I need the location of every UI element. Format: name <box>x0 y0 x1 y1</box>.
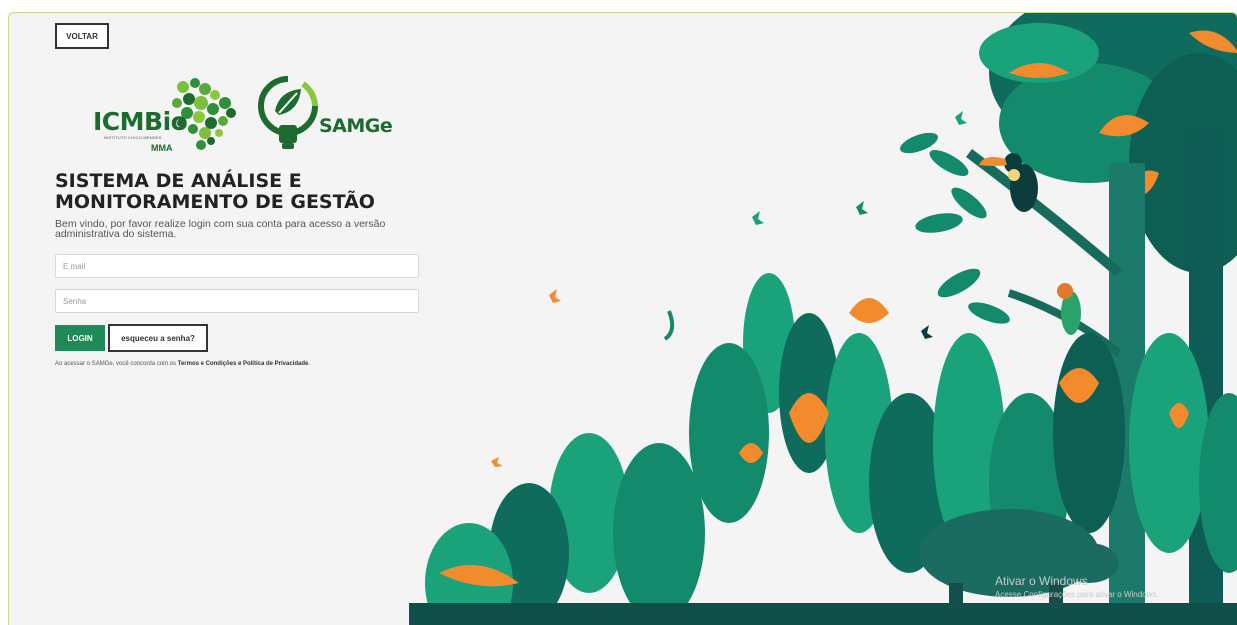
watermark-subtitle: Acesse Configurações para ativar o Windo… <box>995 590 1159 599</box>
samge-wordmark: SAMGe <box>319 115 393 137</box>
samge-logo: SAMGe <box>255 73 395 155</box>
icmbio-logo: ICMBio INSTITUTO CHICO MENDES MMA <box>91 73 241 155</box>
parrot-icon <box>1057 283 1081 335</box>
icmbio-subtitle: INSTITUTO CHICO MENDES <box>104 135 162 140</box>
icmbio-ministry: MMA <box>151 143 173 153</box>
login-button[interactable]: LOGIN <box>55 325 105 351</box>
page-title: SISTEMA DE ANÁLISE E MONITORAMENTO DE GE… <box>55 170 375 213</box>
forgot-password-button[interactable]: esqueceu a senha? <box>108 324 208 352</box>
back-button[interactable]: VOLTAR <box>55 23 109 49</box>
terms-link[interactable]: Termos e Condições e Política de Privaci… <box>178 361 309 367</box>
terms-notice: Ao acessar o SAMGe, você concorda com os… <box>55 361 310 367</box>
password-field[interactable]: Senha <box>55 289 419 313</box>
page-subtitle: Bem vindo, por favor realize login com s… <box>55 218 386 240</box>
terms-suffix: . <box>308 361 311 367</box>
watermark-title: Ativar o Windows <box>995 574 1088 588</box>
forest-illustration <box>409 13 1237 625</box>
icmbio-wordmark: ICMBio <box>93 107 188 136</box>
windows-activation-watermark: Ativar o Windows Acesse Configurações pa… <box>995 575 1159 601</box>
email-field[interactable]: E mail <box>55 254 419 278</box>
terms-prefix: Ao acessar o SAMGe, você concorda com os <box>55 361 177 367</box>
samge-leaf-icon <box>258 76 318 149</box>
login-page: VOLTAR ICMBio INSTITUTO CHICO MENDES MMA <box>8 12 1237 625</box>
